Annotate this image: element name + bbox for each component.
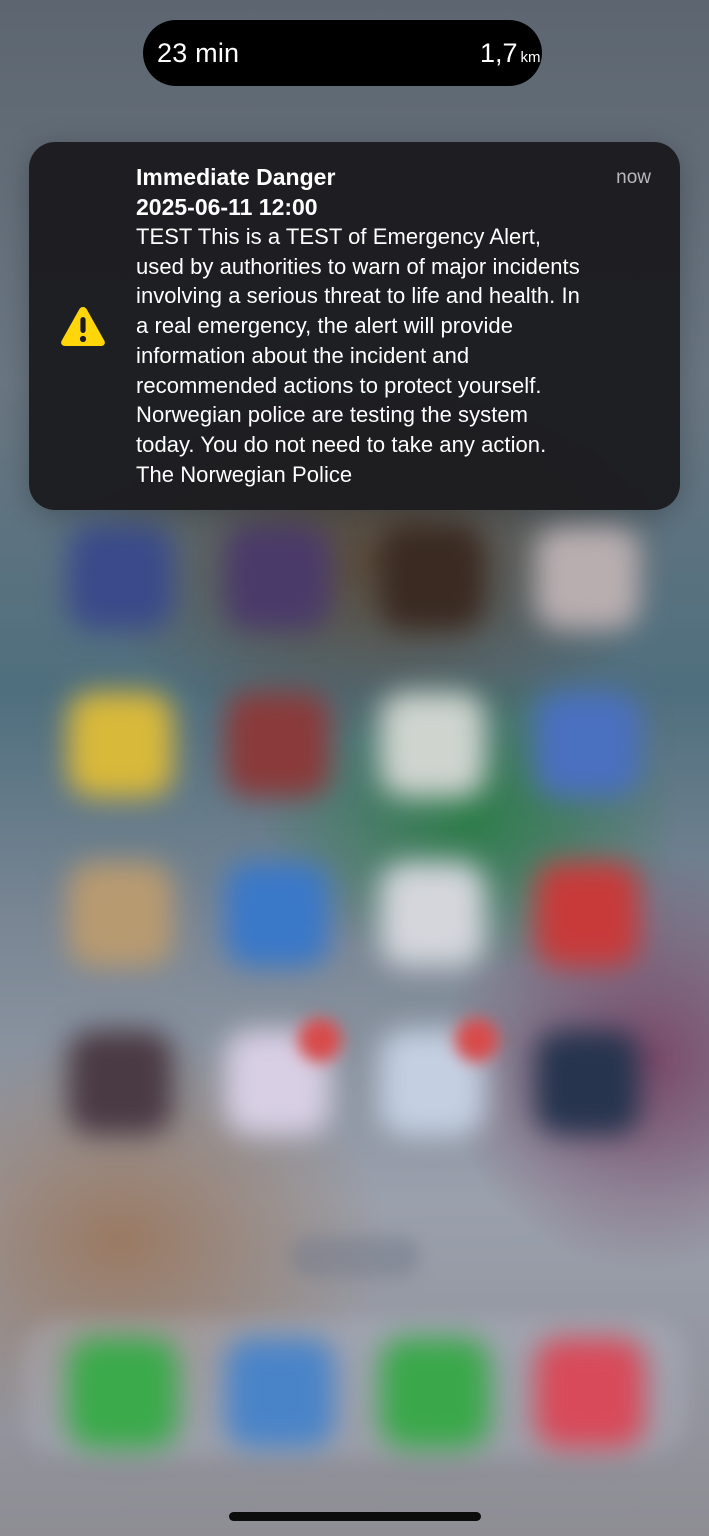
app-icon-blurred xyxy=(225,525,330,630)
app-icon-blurred xyxy=(535,525,640,630)
dock-app-icon-blurred xyxy=(535,1338,645,1448)
app-icon-blurred xyxy=(68,1030,173,1135)
warning-triangle-icon xyxy=(61,307,105,346)
app-icon-blurred xyxy=(380,862,485,967)
trip-duration: 23 min xyxy=(157,38,240,68)
notification-badge-blurred xyxy=(298,1018,342,1062)
trip-distance: 1,7 km xyxy=(480,38,540,73)
app-icon-blurred xyxy=(68,862,173,967)
alert-title: Immediate Danger xyxy=(136,164,336,190)
dynamic-island-live-activity[interactable]: 23 min 1,7 km xyxy=(143,20,542,86)
home-indicator[interactable] xyxy=(229,1512,481,1521)
app-icon-blurred xyxy=(68,525,173,630)
notification-timestamp: now xyxy=(616,167,651,188)
dock-app-icon-blurred xyxy=(380,1338,490,1448)
app-icon-blurred xyxy=(535,1030,640,1135)
app-icon-blurred xyxy=(535,862,640,967)
app-icon-blurred xyxy=(380,692,485,797)
dock-app-icon-blurred xyxy=(225,1338,335,1448)
trip-distance-value: 1,7 xyxy=(480,38,518,68)
notification-badge-blurred xyxy=(455,1018,499,1062)
dock-app-icon-blurred xyxy=(68,1338,178,1448)
app-icon-blurred xyxy=(535,692,640,797)
alert-message: TEST This is a TEST of Emergency Alert, … xyxy=(136,224,580,487)
app-icon-blurred xyxy=(380,525,485,630)
app-icon-blurred xyxy=(225,692,330,797)
app-icon-blurred xyxy=(68,692,173,797)
alert-datetime: 2025-06-11 12:00 xyxy=(136,194,318,220)
trip-distance-unit: km xyxy=(520,49,540,66)
app-icon-blurred xyxy=(225,862,330,967)
emergency-alert-notification[interactable]: Immediate Danger 2025-06-11 12:00 TEST T… xyxy=(29,142,680,510)
search-pill-blurred xyxy=(290,1236,420,1278)
